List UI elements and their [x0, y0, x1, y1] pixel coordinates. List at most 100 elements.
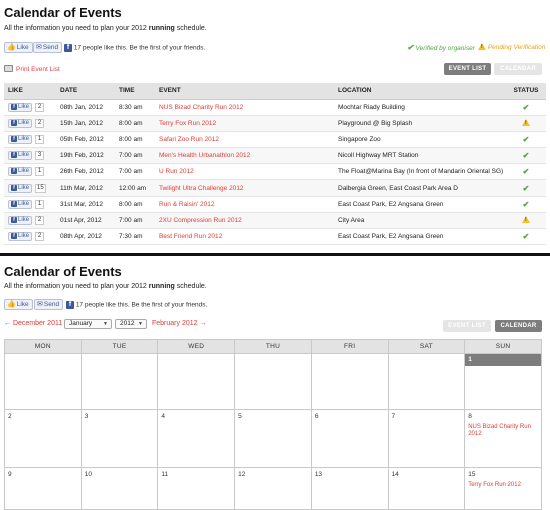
location-cell: Singapore Zoo [334, 131, 506, 149]
day-number: 5 [238, 413, 242, 420]
facebook-icon: f [11, 233, 17, 240]
calendar-day-cell[interactable]: 13 [310, 467, 389, 510]
time-cell: 7:00 am [115, 163, 155, 181]
facebook-send-button[interactable]: ✉Send [34, 299, 64, 310]
print-event-list-link[interactable]: Print Event List [4, 65, 60, 73]
date-cell: 19th Feb, 2012 [56, 147, 115, 165]
date-cell: 26th Feb, 2012 [56, 163, 115, 181]
calendar-day-cell[interactable]: 14 [387, 467, 466, 510]
day-number: 7 [391, 413, 396, 420]
calendar-day-cell[interactable]: 15 Terry Fox Run 2012 [464, 467, 542, 510]
date-cell: 15th Jan, 2012 [56, 115, 115, 132]
calendar-day-cell[interactable]: 12 [234, 467, 312, 510]
intro-bold: running [148, 25, 175, 32]
row-like-button[interactable]: f Like [8, 102, 33, 112]
table-row: f Like 2 08th Apr, 2012 7:30 am Best Friend R… [4, 228, 546, 246]
row-like-label: Like [18, 119, 30, 126]
facebook-like-button[interactable]: 👍Like [4, 42, 33, 53]
event-link[interactable]: Best Friend Run 2012 [159, 233, 222, 240]
table-row: f Like 1 05th Feb, 2012 8:00 am Safari Zoo Ru… [4, 131, 546, 149]
col-event: EVENT [155, 83, 334, 100]
row-like-button[interactable]: f Like [8, 215, 33, 225]
date-cell: 01st Apr, 2012 [56, 212, 115, 230]
calendar-day-cell[interactable]: 6 [310, 409, 389, 468]
calendar-day-cell[interactable]: 7 [387, 409, 466, 468]
event-link[interactable]: U Run 2012 [159, 168, 194, 175]
facebook-icon: f [11, 184, 17, 191]
like-count: 1 [35, 199, 45, 209]
event-list-tab-button[interactable]: EVENT LIST [444, 63, 491, 75]
row-like-button[interactable]: f Like [8, 151, 33, 161]
row-like-button[interactable]: f Like [8, 167, 33, 177]
calendar-day-cell [387, 353, 466, 410]
calendar-event-link[interactable]: Terry Fox Run 2012 [465, 478, 541, 489]
row-like-button[interactable]: f Like [8, 232, 33, 242]
prev-month-link[interactable]: ← December 2011 [4, 320, 62, 327]
event-link[interactable]: Terry Fox Run 2012 [159, 120, 216, 127]
facebook-icon: f [11, 103, 17, 110]
weekday-sat: SAT [387, 339, 466, 354]
next-month-link[interactable]: February 2012 → [152, 320, 206, 327]
like-count: 3 [35, 151, 45, 161]
check-icon: ✔ [522, 102, 530, 112]
time-cell: 8:00 am [115, 196, 155, 213]
calendar-day-cell [234, 353, 312, 410]
social-count-text: 17 people like this. Be the first of you… [75, 301, 208, 309]
day-number: 9 [8, 471, 12, 478]
calendar-day-cell[interactable]: 5 [234, 409, 312, 468]
row-like-button[interactable]: f Like [8, 118, 33, 128]
status-cell [506, 115, 546, 132]
row-like-button[interactable]: f Like [8, 199, 33, 209]
status-cell: ✔ [506, 228, 546, 246]
col-location: LOCATION [334, 83, 506, 100]
event-cell: Safari Zoo Run 2012 [155, 131, 334, 149]
facebook-icon: f [11, 152, 17, 159]
like-cell: f Like 2 [4, 115, 56, 132]
like-cell: f Like 3 [4, 147, 56, 165]
time-cell: 7:00 am [115, 147, 155, 165]
event-link[interactable]: Men's Health Urbanathlon 2012 [159, 152, 250, 159]
event-link[interactable]: Safari Zoo Run 2012 [159, 136, 219, 143]
event-link[interactable]: Run & Raisin' 2012 [159, 201, 214, 208]
event-cell: Men's Health Urbanathlon 2012 [155, 147, 334, 165]
like-cell: f Like 2 [4, 228, 56, 246]
calendar-day-cell[interactable]: 8 NUS Bizad Charity Run 2012 [464, 409, 542, 468]
event-link[interactable]: Twilight Ultra Challenge 2012 [159, 185, 244, 192]
month-select[interactable]: January ▼ [64, 319, 112, 329]
calendar-tab-button[interactable]: CALENDAR [494, 63, 542, 75]
row-like-button[interactable]: f Like [8, 134, 33, 144]
like-label: Like [16, 44, 29, 51]
day-number: 8 [468, 413, 472, 420]
calendar-day-cell[interactable]: 2 [4, 409, 82, 468]
calendar-day-cell[interactable]: 3 [80, 409, 159, 468]
like-label: Like [16, 301, 29, 308]
facebook-send-button[interactable]: ✉Send [33, 42, 63, 53]
location-cell: Dalbergia Green, East Coast Park Area D [334, 179, 506, 197]
calendar-day-cell[interactable]: 9 [4, 467, 82, 510]
facebook-like-button[interactable]: 👍Like [4, 299, 33, 310]
facebook-social-text: f 17 people like this. Be the first of y… [64, 44, 205, 52]
month-select-value: January [69, 320, 93, 327]
location-cell: East Coast Park, E2 Angsana Green [334, 228, 506, 246]
event-link[interactable]: NUS Bizad Charity Run 2012 [159, 104, 243, 111]
event-list-tab-button[interactable]: EVENT LIST [443, 320, 491, 332]
status-cell: ✔ [506, 179, 546, 197]
calendar-event-link[interactable]: NUS Bizad Charity Run 2012 [465, 420, 541, 438]
day-number: 3 [84, 413, 89, 420]
send-label: Send [42, 44, 59, 51]
event-link[interactable]: 2XU Compression Run 2012 [159, 217, 242, 224]
calendar-tab-button[interactable]: CALENDAR [495, 320, 542, 332]
year-select[interactable]: 2012 ▼ [115, 319, 147, 329]
calendar-day-cell[interactable]: 4 [157, 409, 236, 468]
location-cell: East Coast Park, E2 Angsana Green [334, 196, 506, 213]
calendar-day-cell[interactable]: 11 [157, 467, 236, 510]
event-cell: U Run 2012 [155, 163, 334, 181]
time-cell: 8:30 am [115, 99, 155, 116]
table-header-row: LIKE DATE TIME EVENT LOCATION STATUS [4, 83, 546, 100]
calendar-day-cell[interactable]: 1 [464, 353, 542, 410]
row-like-button[interactable]: f Like [8, 183, 33, 193]
warning-triangle-icon [478, 43, 486, 50]
event-cell: Twilight Ultra Challenge 2012 [155, 179, 334, 197]
weekday-fri: FRI [310, 339, 389, 354]
calendar-day-cell[interactable]: 10 [80, 467, 159, 510]
